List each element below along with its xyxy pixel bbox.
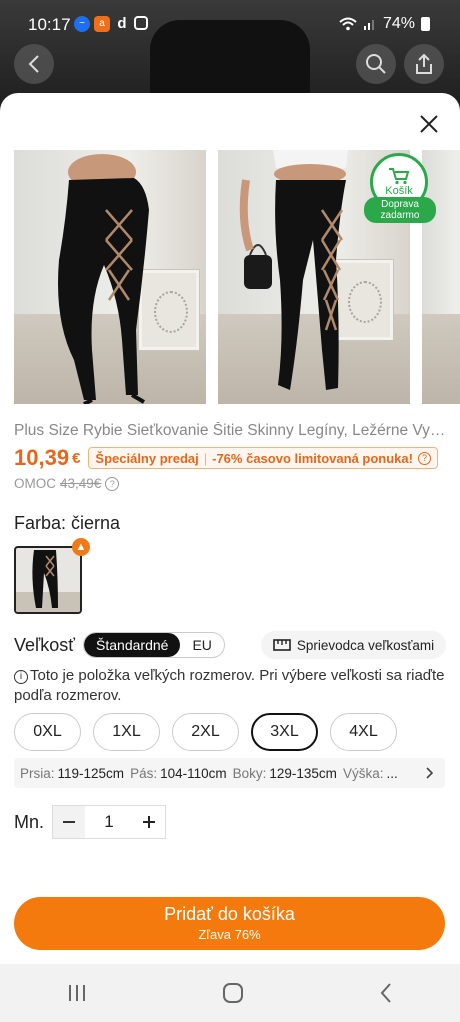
info-icon: i [14, 670, 28, 684]
share-button[interactable] [404, 44, 444, 84]
battery-icon [421, 17, 430, 31]
omoc-price: 43,49€ [60, 476, 102, 491]
size-label: Veľkosť [14, 634, 76, 655]
status-time: 10:17 [28, 15, 71, 34]
measure-value: 104-110cm [160, 765, 227, 781]
status-indicators: 74% [339, 15, 430, 33]
add-to-cart-discount: Zľava 76% [198, 927, 261, 942]
promo-badge[interactable]: Špeciálny predaj | -76% časovo limitovan… [88, 447, 438, 469]
back-button[interactable] [14, 44, 54, 84]
price-row: 10,39 € Špeciálny predaj | -76% časovo l… [14, 445, 438, 471]
size-option-0xl[interactable]: 0XL [14, 713, 81, 751]
product-title[interactable]: Plus Size Rybie Sieťkovanie Šitie Skinny… [14, 422, 450, 440]
quantity-increase-button[interactable] [133, 806, 166, 838]
search-icon [366, 54, 386, 74]
home-icon[interactable] [222, 982, 244, 1004]
measure-key: Výška: [342, 765, 384, 781]
signal-icon [363, 20, 374, 30]
quantity-label: Mn. [14, 811, 45, 832]
cart-badge[interactable]: Košík Doprava zadarmo [364, 153, 440, 227]
close-icon [420, 115, 438, 133]
size-info-text: Toto je položka veľkých rozmerov. Pri vý… [14, 667, 445, 704]
battery-level: 74% [382, 15, 415, 32]
recent-apps-icon[interactable] [67, 983, 87, 1003]
measure-value: 129-135cm [269, 765, 337, 781]
size-row: Veľkosť Štandardné EU Sprievodca veľkosť… [14, 631, 446, 659]
promo-separator: | [203, 450, 208, 466]
minus-icon [63, 821, 76, 823]
size-system-toggle: Štandardné EU [83, 632, 225, 658]
add-to-cart-label: Pridať do košíka [164, 904, 295, 924]
wifi-icon [339, 17, 357, 31]
color-label: Farba: čierna [14, 513, 121, 533]
quantity-decrease-button[interactable] [53, 806, 86, 838]
quantity-value[interactable]: 1 [85, 812, 133, 832]
photo-floor [422, 314, 460, 404]
plus-icon [143, 816, 156, 828]
messenger-icon: ~ [74, 16, 90, 32]
swatch-thumbnail [16, 550, 80, 612]
omoc-row: OMOC 43,49€ ? [14, 476, 120, 491]
product-options-sheet: Košík Doprava zadarmo Plus Size Rybie Si… [0, 93, 460, 964]
size-guide-button[interactable]: Sprievodca veľkosťami [261, 631, 446, 659]
promo-offer: -76% časovo limitovaná ponuka! [212, 450, 413, 466]
measure-value: 119-125cm [57, 765, 125, 781]
status-app-icons: ~ a d [74, 16, 148, 32]
color-swatch-black[interactable] [14, 546, 82, 614]
back-nav-icon[interactable] [379, 982, 393, 1004]
help-icon[interactable]: ? [417, 451, 431, 465]
size-option-3xl[interactable]: 3XL [251, 713, 318, 751]
size-option-2xl[interactable]: 2XL [172, 713, 239, 751]
price-value: 10,39 [14, 445, 70, 470]
product-photo-1[interactable] [14, 150, 206, 404]
measure-key: Pás: [130, 765, 158, 781]
size-option-4xl[interactable]: 4XL [330, 713, 397, 751]
size-info: i Toto je položka veľkých rozmerov. Pri v… [14, 666, 446, 706]
omoc-label: OMOC [14, 476, 56, 491]
search-button[interactable] [356, 44, 396, 84]
quantity-row: Mn. 1 [14, 805, 167, 839]
system-nav-bar [0, 964, 460, 1022]
free-shipping-pill: Doprava zadarmo [364, 197, 436, 223]
measure-key: Prsia: [20, 765, 55, 781]
status-bar: 10:17 ~ a d 74% [0, 0, 460, 48]
share-icon [416, 53, 432, 74]
chevron-right-icon[interactable] [421, 764, 439, 782]
size-system-eu[interactable]: EU [180, 633, 223, 657]
price-currency: € [72, 449, 81, 467]
gallery-icon [134, 16, 148, 30]
ruler-icon [273, 639, 291, 651]
add-to-cart-button[interactable]: Pridať do košíka Zľava 76% [14, 897, 445, 950]
size-measurements[interactable]: Prsia: 119-125cm Pás: 104-110cm Boky: 129-1… [14, 758, 445, 788]
legging-model-illustration [58, 154, 149, 404]
size-options: 0XL 1XL 2XL 3XL 4XL [14, 713, 397, 751]
close-button[interactable] [414, 109, 444, 139]
cart-icon [389, 168, 410, 185]
alza-icon: a [94, 16, 110, 32]
fire-icon: ▲ [72, 538, 90, 556]
size-option-1xl[interactable]: 1XL [93, 713, 160, 751]
promo-label: Špeciálny predaj [95, 450, 199, 466]
d-app-icon: d [117, 15, 127, 32]
cart-label: Košík [385, 185, 413, 197]
measure-key: Boky: [232, 765, 267, 781]
quantity-stepper: 1 [52, 805, 167, 839]
measure-value: ... [386, 765, 398, 781]
chevron-left-icon [28, 55, 39, 73]
help-icon[interactable]: ? [105, 476, 120, 491]
size-system-standard[interactable]: Štandardné [84, 633, 181, 657]
size-guide-label: Sprievodca veľkosťami [296, 637, 435, 653]
